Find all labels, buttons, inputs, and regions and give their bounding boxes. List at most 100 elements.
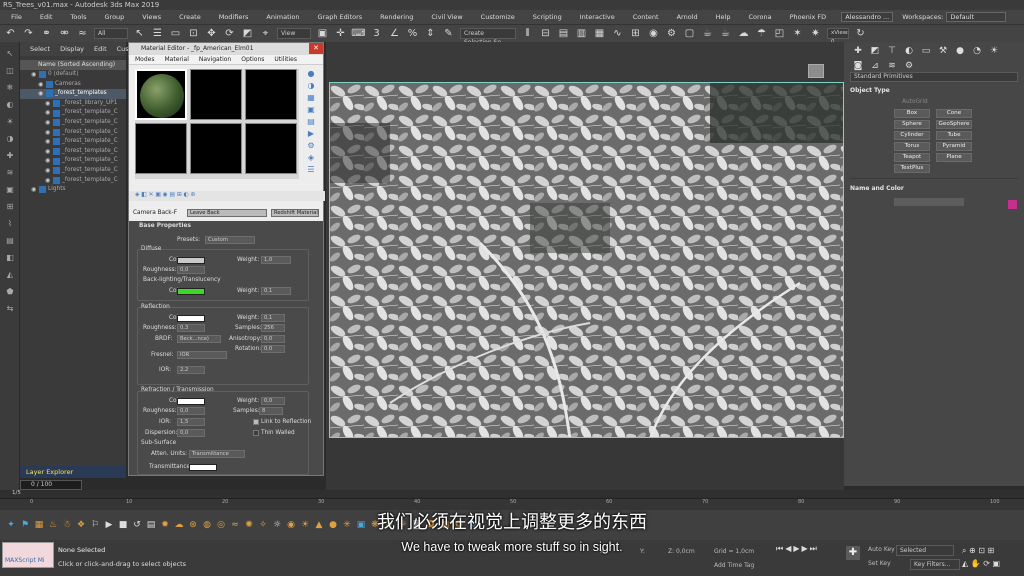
link-to-reflection-checkbox[interactable] <box>253 419 259 425</box>
shapes-icon[interactable]: ◔ <box>971 46 983 56</box>
diffuse-color-swatch[interactable] <box>177 257 205 264</box>
helpers-icon[interactable]: ⊿ <box>869 61 881 71</box>
scene-row[interactable]: ◉ _forest_template_C <box>20 166 126 176</box>
visibility-eye-icon[interactable]: ◉ <box>45 99 53 109</box>
add-time-tag[interactable]: Add Time Tag <box>714 562 754 569</box>
field-of-view-icon[interactable]: ◭ <box>962 559 968 568</box>
cone-button[interactable]: Cone <box>936 109 972 118</box>
link-icon[interactable]: ⚭ <box>40 27 53 40</box>
filter-bone-icon[interactable]: ⌇ <box>5 219 15 229</box>
menu-item-customize[interactable]: Customize <box>472 13 524 21</box>
visibility-eye-icon[interactable]: ◉ <box>45 176 53 186</box>
selection-filter-dropdown[interactable]: All <box>94 28 128 39</box>
visibility-eye-icon[interactable]: ◉ <box>31 70 39 80</box>
scene-row[interactable]: ◉ Lights <box>20 185 126 195</box>
spacewarps-icon[interactable]: ≋ <box>886 61 898 71</box>
menu-item-phoenix-fd[interactable]: Phoenix FD <box>781 13 836 21</box>
backlighting-weight-field[interactable]: 0,1 <box>261 287 291 295</box>
systems-icon[interactable]: ⚙ <box>903 61 915 71</box>
rendered-frame-window-icon[interactable]: ▢ <box>683 27 696 40</box>
menu-options[interactable]: Options <box>241 55 264 64</box>
close-icon[interactable]: ✕ <box>309 43 323 54</box>
reflection-color-swatch[interactable] <box>177 315 205 322</box>
reflection-weight-field[interactable]: 0,1 <box>261 314 285 322</box>
select-object-icon[interactable]: ↖ <box>133 27 146 40</box>
menu-item-help[interactable]: Help <box>707 13 740 21</box>
key-filters-button[interactable]: Key Filters... <box>910 559 960 570</box>
filter-camera-icon[interactable]: ◑ <box>5 134 15 144</box>
mirror-icon[interactable]: ⫴ <box>521 27 534 40</box>
object-type-rollout[interactable]: Object Type <box>850 86 1018 96</box>
visibility-eye-icon[interactable]: ◉ <box>45 166 53 176</box>
diffuse-roughness-field[interactable]: 0,0 <box>177 266 205 274</box>
sample-slot-active[interactable] <box>135 69 187 120</box>
tab-edit[interactable]: Edit <box>94 45 107 53</box>
visibility-eye-icon[interactable]: ◉ <box>31 185 39 195</box>
scale-icon[interactable]: ◩ <box>241 27 254 40</box>
scene-row[interactable]: ◉ _forest_template_C <box>20 147 126 157</box>
menu-modes[interactable]: Modes <box>135 55 154 64</box>
backlight-icon[interactable]: ◑ <box>306 81 316 91</box>
material-name-field[interactable]: Leave Back <box>187 209 267 217</box>
make-preview-icon[interactable]: ▶ <box>306 129 316 139</box>
filter-container-icon[interactable]: ▤ <box>5 236 15 246</box>
sample-slot[interactable] <box>135 123 187 174</box>
schematic-view-icon[interactable]: ⊞ <box>629 27 642 40</box>
filter-geometry-icon[interactable]: ⬟ <box>5 287 15 297</box>
rotation-field[interactable]: 0,0 <box>261 345 285 353</box>
maximize-viewport-icon[interactable]: ▣ <box>992 559 1000 568</box>
cameras-icon[interactable]: ◙ <box>852 61 864 71</box>
lights-icon[interactable]: ☀ <box>988 46 1000 56</box>
visibility-eye-icon[interactable]: ◉ <box>38 80 46 90</box>
modify-tab-icon[interactable]: ◩ <box>869 46 881 56</box>
visibility-eye-icon[interactable]: ◉ <box>45 156 53 166</box>
select-similar-icon[interactable]: ◫ <box>5 66 15 76</box>
refraction-ior-field[interactable]: 1,5 <box>177 418 205 426</box>
reflection-samples-field[interactable]: 256 <box>261 324 285 332</box>
fresnel-dropdown[interactable]: IOR <box>177 351 227 359</box>
pivot-icon[interactable]: ▣ <box>316 27 329 40</box>
presets-dropdown[interactable]: Custom <box>205 236 255 244</box>
teapot-button[interactable]: Teapot <box>894 153 930 162</box>
name-and-color-rollout[interactable]: Name and Color <box>850 184 1018 194</box>
filter-light-icon[interactable]: ☀ <box>5 117 15 127</box>
select-tool-icon[interactable]: ↖ <box>5 49 15 59</box>
cycle-icon[interactable]: ↻ <box>854 27 867 40</box>
set-key-button[interactable]: Set Key <box>868 560 891 567</box>
refraction-samples-field[interactable]: 8 <box>259 407 283 415</box>
diffuse-weight-field[interactable]: 1,0 <box>261 256 291 264</box>
refraction-weight-field[interactable]: 0,0 <box>261 397 285 405</box>
menu-item-views[interactable]: Views <box>133 13 170 21</box>
select-manipulate-icon[interactable]: ✛ <box>334 27 347 40</box>
create-tab-icon[interactable]: ✚ <box>852 46 864 56</box>
reflection-roughness-field[interactable]: 0,3 <box>177 324 205 332</box>
invert-filter-icon[interactable]: ⇆ <box>5 304 15 314</box>
tab-select[interactable]: Select <box>30 45 50 53</box>
scene-row[interactable]: ◉ _forest_template_C <box>20 108 126 118</box>
spinner-snap-icon[interactable]: ⇕ <box>424 27 437 40</box>
box-button[interactable]: Box <box>894 109 930 118</box>
menu-utilities[interactable]: Utilities <box>274 55 297 64</box>
rotate-icon[interactable]: ⟳ <box>223 27 236 40</box>
orbit-icon[interactable]: ⟳ <box>983 559 990 568</box>
ior-field[interactable]: 2,2 <box>177 366 205 374</box>
redo-icon[interactable]: ↷ <box>22 27 35 40</box>
redshift-icon[interactable]: ✶ <box>791 27 804 40</box>
geometry-icon[interactable]: ● <box>954 46 966 56</box>
render-preview[interactable] <box>329 82 844 438</box>
object-color-swatch[interactable] <box>1008 199 1017 209</box>
toggle-layer-explorer-icon[interactable]: ▥ <box>575 27 588 40</box>
render-iterative-icon[interactable]: ☕ <box>719 27 732 40</box>
hide-icon[interactable]: ◐ <box>5 100 15 110</box>
time-slider[interactable]: 1/5 <box>0 490 1024 498</box>
render-production-icon[interactable]: ☕ <box>701 27 714 40</box>
unlink-icon[interactable]: ⚮ <box>58 27 71 40</box>
plane-button[interactable]: Plane <box>936 153 972 162</box>
filter-shape-icon[interactable]: ◭ <box>5 270 15 280</box>
utilities-tab-icon[interactable]: ⚒ <box>937 46 949 56</box>
transmittance-color-swatch[interactable] <box>189 464 217 471</box>
render-region-icon[interactable]: ◰ <box>773 27 786 40</box>
edit-named-selection-icon[interactable]: ✎ <box>442 27 455 40</box>
percent-snap-icon[interactable]: % <box>406 27 419 40</box>
menu-item-interactive[interactable]: Interactive <box>571 13 624 21</box>
